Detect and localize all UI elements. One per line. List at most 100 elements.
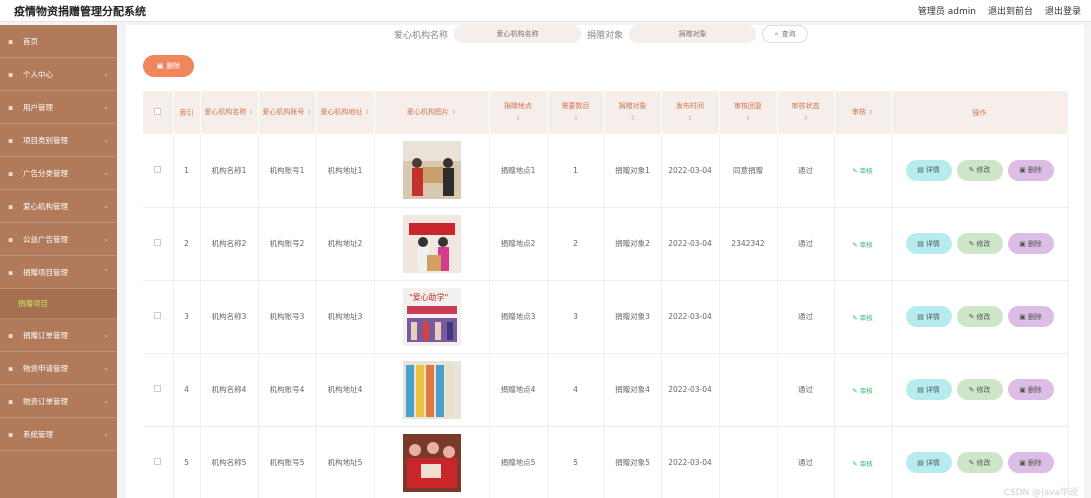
checkbox[interactable] (154, 458, 162, 465)
checkbox[interactable] (154, 239, 162, 246)
row-select[interactable] (143, 280, 174, 354)
review-link[interactable]: ✎ 审核 (852, 387, 873, 395)
sidebar-item-supply-requests[interactable]: ▪ 物资申请管理 ⌄ (0, 352, 117, 385)
col-header[interactable]: 审核 ⇕ (834, 91, 892, 134)
sidebar-item-supply-orders[interactable]: ▪ 物资订单管理 ⌄ (0, 385, 117, 418)
folder-icon: ▪ (8, 169, 14, 178)
cell-review[interactable]: ✎ 审核 (834, 207, 892, 281)
checkbox[interactable] (154, 107, 162, 115)
col-header[interactable]: 捐赠对象 ⇕ (604, 91, 662, 134)
sidebar-item-system[interactable]: ▪ 系统管理 ⌄ (0, 418, 117, 451)
cell-review[interactable]: ✎ 审核 (834, 280, 892, 354)
cell-status: 通过 (777, 207, 835, 281)
review-link[interactable]: ✎ 审核 (852, 314, 873, 322)
sidebar-item-profile[interactable]: ▪ 个人中心 ⌄ (0, 58, 117, 91)
cell-org-image[interactable] (374, 134, 490, 208)
detail-button[interactable]: ▤ 详情 (905, 452, 952, 473)
search-button[interactable]: ⌕ 查询 (762, 25, 809, 43)
cell-review[interactable]: ✎ 审核 (834, 353, 892, 427)
delete-button[interactable]: ▣ 删除 (1007, 306, 1054, 327)
sidebar-item-org[interactable]: ▪ 爱心机构管理 ⌄ (0, 190, 117, 223)
sidebar-item-home[interactable]: ▪ 首页 (0, 25, 117, 58)
col-header[interactable]: 爱心机构地址 ⇕ (316, 91, 375, 134)
edit-button[interactable]: ✎ 修改 (956, 306, 1003, 327)
cell-review[interactable]: ✎ 审核 (834, 426, 892, 498)
target-input[interactable] (629, 25, 757, 43)
cell-date: 2022-03-04 (661, 134, 720, 208)
cell-org-image[interactable] (374, 353, 490, 427)
org-photo[interactable] (402, 433, 461, 492)
detail-button[interactable]: ▤ 详情 (905, 159, 952, 181)
sort-icon[interactable]: ⇕ (307, 109, 312, 116)
org-photo[interactable] (402, 141, 461, 200)
checkbox[interactable] (154, 165, 162, 173)
row-select[interactable] (143, 207, 174, 281)
cell-reply (719, 426, 778, 498)
delete-button[interactable]: ▣ 删除 (1007, 379, 1054, 400)
sidebar-item-donation-projects[interactable]: ▪ 捐赠项目管理 ⌃ (0, 256, 117, 289)
checkbox[interactable] (154, 385, 162, 392)
col-header[interactable]: 爱心机构图片 ⇕ (374, 91, 490, 134)
table-row: 5 机构名称5 机构账号5 机构地址5 捐赠地点5 5 捐赠对象5 2022-03-04 通过 ✎… (143, 426, 1069, 498)
sort-icon[interactable]: ⇕ (868, 109, 873, 116)
col-header[interactable]: 审核状态 ⇕ (777, 91, 835, 134)
sidebar-item-users[interactable]: ▪ 用户管理 ⌄ (0, 91, 117, 124)
edit-button[interactable]: ✎ 修改 (956, 452, 1003, 473)
sort-icon[interactable]: ⇕ (745, 115, 750, 122)
row-select[interactable] (143, 353, 174, 427)
logout-link[interactable]: 退出登录 (1045, 4, 1081, 17)
sort-icon[interactable]: ⇕ (687, 115, 692, 122)
col-header[interactable]: 爱心机构名称 ⇕ (200, 91, 259, 134)
to-front-link[interactable]: 退出到前台 (988, 4, 1033, 17)
sidebar-item-label: 项目类别管理 (23, 135, 68, 145)
batch-delete-button[interactable]: ▣ 删除 (143, 55, 194, 77)
row-select[interactable] (143, 426, 174, 498)
cell-org-image[interactable] (374, 207, 490, 281)
sort-icon[interactable]: ⇕ (630, 115, 635, 122)
sort-icon[interactable]: ⇕ (515, 115, 520, 122)
col-header[interactable]: 审核回复 ⇕ (719, 91, 778, 134)
col-header[interactable]: 发布时间 ⇕ (661, 91, 720, 134)
org-name-input[interactable] (454, 25, 582, 43)
sort-icon[interactable]: ⇕ (573, 115, 578, 122)
cell-place: 捐赠地点1 (489, 134, 548, 208)
detail-button[interactable]: ▤ 详情 (905, 379, 952, 400)
col-header[interactable]: 爱心机构账号 ⇕ (258, 91, 317, 134)
cell-place: 捐赠地点2 (489, 207, 548, 281)
delete-button[interactable]: ▣ 删除 (1007, 452, 1054, 473)
review-link[interactable]: ✎ 审核 (852, 167, 873, 175)
col-header[interactable]: 需要数目 ⇕ (547, 91, 605, 134)
select-all-header[interactable] (143, 91, 174, 134)
org-photo[interactable] (402, 360, 461, 419)
edit-button[interactable]: ✎ 修改 (956, 159, 1003, 181)
order-icon: ▪ (8, 331, 14, 340)
org-photo[interactable] (402, 214, 461, 273)
edit-button[interactable]: ✎ 修改 (956, 379, 1003, 400)
cell-org-image[interactable]: "爱心助学" (374, 280, 490, 354)
col-header[interactable]: 捐赠地点 ⇕ (489, 91, 548, 134)
cell-review[interactable]: ✎ 审核 (834, 134, 892, 208)
sort-icon[interactable]: ⇕ (365, 109, 370, 116)
row-select[interactable] (143, 134, 174, 208)
sort-icon[interactable]: ⇕ (803, 115, 808, 122)
cell-org-image[interactable] (374, 426, 490, 498)
sort-icon[interactable]: ⇕ (249, 109, 254, 116)
pencil-icon: ✎ (852, 386, 858, 395)
detail-button[interactable]: ▤ 详情 (905, 233, 952, 254)
building-icon: ▪ (8, 202, 14, 211)
sidebar-item-public-ads[interactable]: ▪ 公益广告管理 ⌄ (0, 223, 117, 256)
sidebar-item-ad-category[interactable]: ▪ 广告分类管理 ⌄ (0, 157, 117, 190)
detail-button[interactable]: ▤ 详情 (905, 306, 952, 327)
sidebar-subitem-donation-project[interactable]: 捐赠项目 (0, 289, 117, 319)
org-photo[interactable]: "爱心助学" (402, 287, 461, 346)
review-link[interactable]: ✎ 审核 (852, 241, 873, 249)
delete-button[interactable]: ▣ 删除 (1007, 233, 1054, 254)
sidebar-item-project-category[interactable]: ▪ 项目类别管理 ⌄ (0, 124, 117, 157)
checkbox[interactable] (154, 312, 162, 319)
sort-icon[interactable]: ⇕ (451, 109, 456, 116)
sidebar-item-donation-orders[interactable]: ▪ 捐赠订单管理 ⌄ (0, 319, 117, 352)
delete-button[interactable]: ▣ 删除 (1007, 159, 1054, 181)
review-link[interactable]: ✎ 审核 (852, 460, 873, 468)
edit-button[interactable]: ✎ 修改 (956, 233, 1003, 254)
cell-target: 捐赠对象4 (604, 353, 662, 427)
